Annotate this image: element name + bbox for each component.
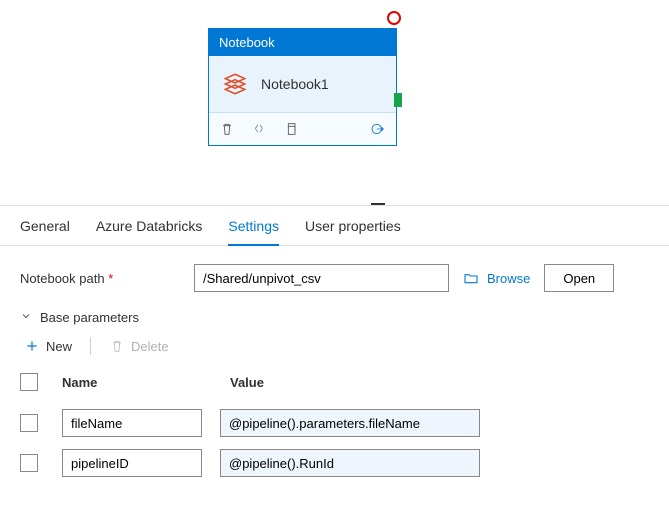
- open-button[interactable]: Open: [544, 264, 614, 292]
- delete-parameter-button: Delete: [109, 338, 169, 354]
- annotation-circle: [387, 11, 401, 25]
- param-name-input[interactable]: [62, 409, 202, 437]
- new-parameter-button[interactable]: New: [24, 338, 72, 354]
- browse-button[interactable]: Browse: [463, 270, 530, 286]
- activity-settings-panel: General Azure Databricks Settings User p…: [0, 205, 669, 501]
- column-header-value: Value: [230, 375, 649, 390]
- pipeline-canvas[interactable]: Notebook Notebook1: [0, 0, 669, 205]
- databricks-icon: [221, 70, 249, 98]
- tab-settings[interactable]: Settings: [228, 218, 279, 246]
- command-divider: [90, 337, 91, 355]
- activity-type-label: Notebook: [209, 29, 396, 56]
- param-name-input[interactable]: [62, 449, 202, 477]
- activity-success-handle[interactable]: [394, 93, 402, 107]
- select-all-checkbox[interactable]: [20, 373, 38, 391]
- row-checkbox[interactable]: [20, 454, 38, 472]
- parameter-row: [20, 443, 649, 483]
- row-checkbox[interactable]: [20, 414, 38, 432]
- copy-icon[interactable]: [283, 121, 299, 137]
- tab-azure-databricks[interactable]: Azure Databricks: [96, 218, 203, 245]
- column-header-name: Name: [62, 375, 212, 390]
- param-value-input[interactable]: [220, 409, 480, 437]
- param-value-input[interactable]: [220, 449, 480, 477]
- tab-general[interactable]: General: [20, 218, 70, 245]
- expand-output-icon[interactable]: [370, 121, 386, 137]
- chevron-down-icon: [20, 310, 32, 325]
- activity-notebook[interactable]: Notebook Notebook1: [208, 28, 397, 146]
- parameter-row: [20, 403, 649, 443]
- tab-user-properties[interactable]: User properties: [305, 218, 401, 245]
- code-icon[interactable]: [251, 121, 267, 137]
- activity-name: Notebook1: [261, 76, 329, 92]
- notebook-path-input[interactable]: [194, 264, 449, 292]
- base-parameters-toggle[interactable]: Base parameters: [20, 310, 649, 325]
- delete-icon[interactable]: [219, 121, 235, 137]
- notebook-path-label: Notebook path *: [20, 271, 180, 286]
